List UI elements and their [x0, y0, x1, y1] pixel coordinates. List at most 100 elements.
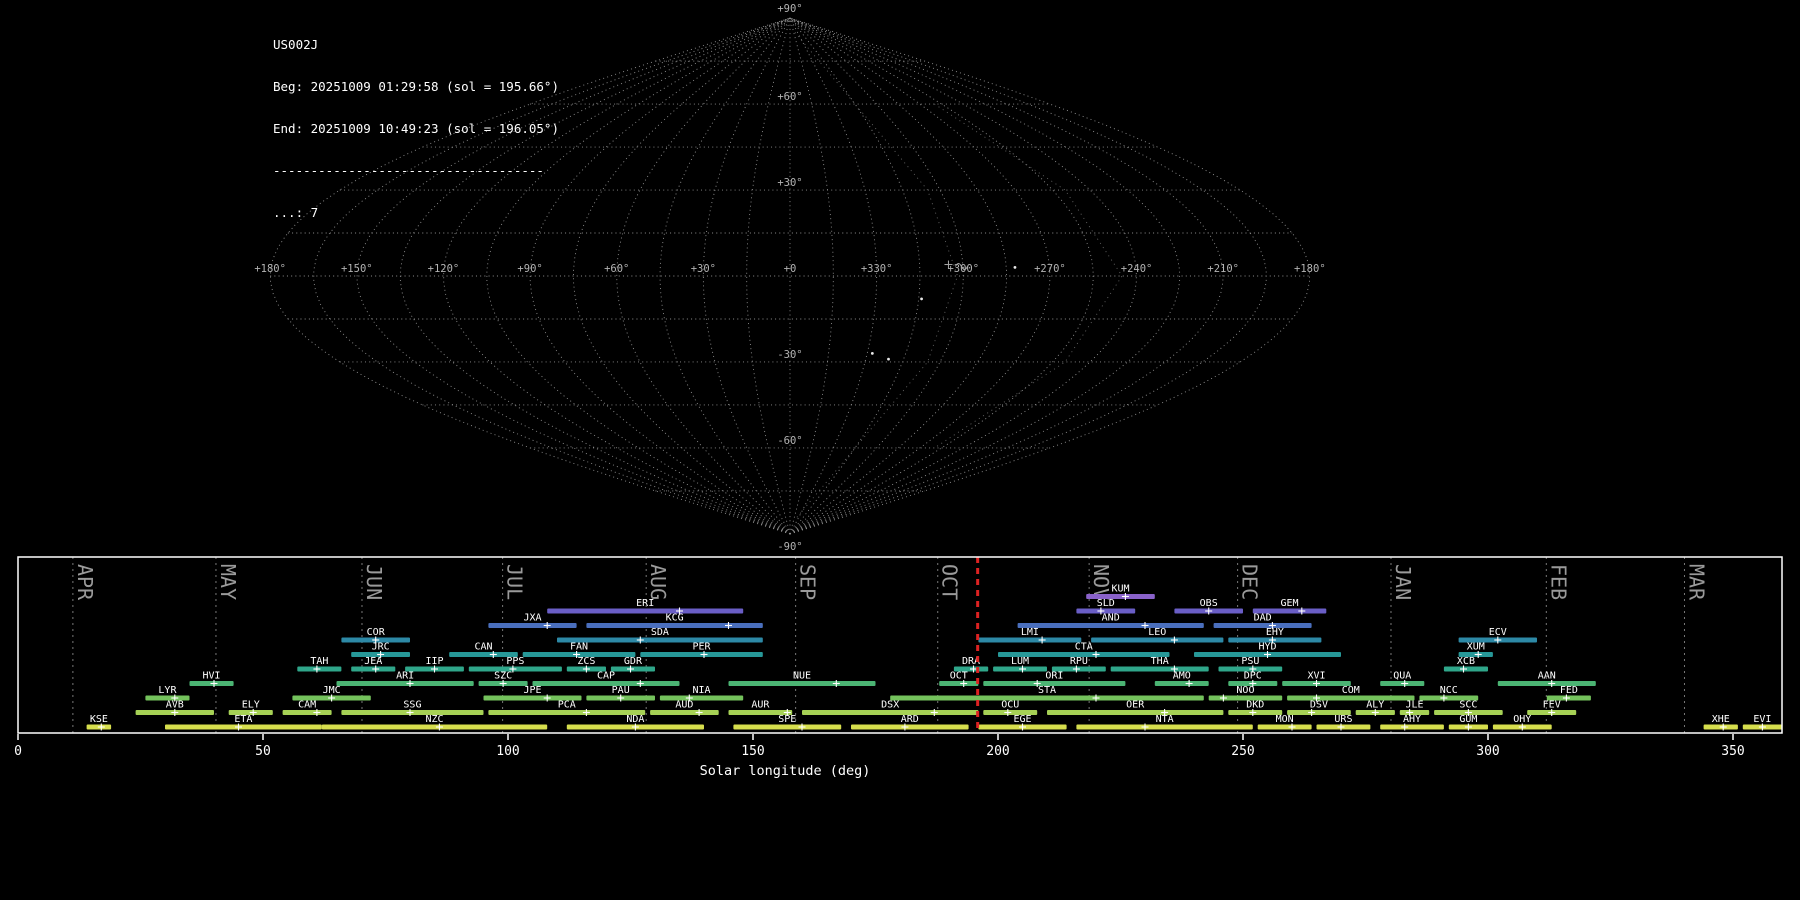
shower-code-label: XHE — [1712, 714, 1730, 725]
shower-code-label: CAN — [474, 642, 492, 653]
sky-longitude-label: +90° — [517, 263, 542, 275]
shower-code-label: ORI — [1045, 671, 1063, 682]
shower-code-label: PPS — [506, 656, 524, 667]
shower-bars: KSE ETA NZC NDA SPE ARD EGE NTA MON URS AHY GUM OHY X… — [86, 584, 1782, 731]
shower-code-label: JPE — [523, 685, 541, 696]
meteor-radiant-dot — [920, 297, 923, 301]
shower-code-label: GDR — [624, 656, 643, 667]
shower-code-label: DAD — [1254, 613, 1272, 624]
shower-bar — [978, 637, 1082, 643]
shower-bar — [1017, 623, 1204, 628]
sky-longitude-label: +180° — [254, 263, 286, 275]
shower-bar — [728, 681, 876, 686]
shower-code-label: KCG — [666, 613, 684, 624]
shower-bar — [1076, 608, 1136, 614]
month-label: APR — [73, 564, 97, 601]
shower-code-label: CTA — [1075, 642, 1093, 653]
app-screen: US002J Beg: 20251009 01:29:58 (sol = 195… — [0, 0, 1800, 900]
shower-code-label: IIP — [425, 656, 443, 667]
shower-code-label: ARI — [396, 671, 414, 682]
shower-code-label: PCA — [558, 700, 576, 711]
x-axis-tick-label: 100 — [496, 744, 519, 759]
shower-code-label: GEM — [1281, 598, 1299, 609]
shower-bar — [1287, 710, 1351, 715]
month-label: JAN — [1391, 564, 1415, 600]
meteor-radiant-dot — [887, 357, 890, 361]
shower-bar — [1076, 724, 1253, 730]
shower-code-label: XCB — [1457, 656, 1475, 667]
shower-bar — [998, 652, 1170, 657]
shower-code-label: QUA — [1393, 671, 1411, 682]
meteor-count: ...: 7 — [273, 205, 319, 220]
shower-bar — [851, 724, 969, 730]
shower-bar — [1287, 695, 1415, 701]
timeline-border — [17, 556, 1783, 734]
shower-code-label: NIA — [693, 685, 711, 696]
shower-code-label: AUR — [751, 700, 770, 711]
plot-canvas: +180° +150° +120° +90° +60° +30° +0 +330° +300° +… — [14, 3, 1783, 779]
shower-bar — [488, 623, 577, 628]
shower-code-label: OHY — [1513, 714, 1531, 725]
meteor-radiant-dot — [870, 351, 874, 355]
x-axis-tick-label: 250 — [1231, 744, 1254, 759]
shower-code-label: JEA — [364, 656, 382, 667]
shower-code-label: SSG — [403, 700, 421, 711]
shower-code-label: OCU — [1001, 700, 1019, 711]
shower-code-label: OBS — [1200, 598, 1218, 609]
shower-bar — [449, 652, 518, 657]
shower-bar — [483, 695, 582, 701]
shower-bar — [586, 623, 763, 628]
shower-code-label: JRC — [372, 642, 390, 653]
shower-code-label: AHY — [1403, 714, 1421, 725]
reference-curve — [794, 32, 958, 520]
shower-bar — [1110, 666, 1209, 672]
x-axis-tick-label: 0 — [14, 744, 22, 759]
shower-bar — [1047, 710, 1224, 715]
shower-code-label: JXA — [523, 613, 541, 624]
x-axis-tick-label: 300 — [1476, 744, 1499, 759]
shower-code-label: SCC — [1459, 700, 1477, 711]
shower-code-label: EHY — [1266, 627, 1284, 638]
shower-code-label: SDA — [651, 627, 669, 638]
shower-code-label: MON — [1276, 714, 1294, 725]
shower-bar — [1091, 637, 1224, 643]
month-label: AUG — [646, 564, 670, 600]
shower-code-label: TAH — [310, 656, 328, 667]
shower-code-label: AUD — [675, 700, 693, 711]
shower-bar — [939, 681, 979, 686]
shower-code-label: AAN — [1538, 671, 1556, 682]
shower-bar — [1419, 695, 1479, 701]
shower-bar — [1213, 623, 1312, 628]
begin-time: Beg: 20251009 01:29:58 (sol = 195.66°) — [273, 79, 559, 94]
shower-bar — [336, 681, 474, 686]
sky-pole-bottom-label: -90° — [777, 541, 802, 553]
shower-bar — [802, 710, 979, 715]
shower-code-label: COR — [367, 627, 386, 638]
shower-bar — [728, 710, 793, 715]
month-label: MAR — [1684, 564, 1708, 601]
shower-code-label: AMO — [1173, 671, 1191, 682]
shower-bar — [1257, 724, 1312, 730]
shower-code-label: PAU — [612, 685, 630, 696]
shower-code-label: STA — [1038, 685, 1056, 696]
shower-code-label: JLE — [1405, 700, 1423, 711]
month-label: JUN — [362, 564, 386, 600]
shower-bar — [1154, 681, 1209, 686]
shower-bar — [1380, 724, 1444, 730]
shower-code-label: SLD — [1097, 598, 1115, 609]
month-label: MAY — [216, 564, 240, 600]
sky-longitude-label: +210° — [1207, 263, 1239, 275]
shower-code-label: CAP — [597, 671, 615, 682]
shower-bar — [650, 710, 719, 715]
shower-code-label: EVI — [1753, 714, 1771, 725]
sky-longitude-label: +270° — [1034, 263, 1066, 275]
month-label: DEC — [1238, 564, 1262, 600]
x-axis-tick-label: 150 — [741, 744, 764, 759]
shower-code-label: PER — [693, 642, 712, 653]
shower-code-label: FEV — [1543, 700, 1561, 711]
shower-bar — [1497, 681, 1596, 686]
separator-line: ------------------------------------ — [273, 163, 544, 178]
shower-code-label: XUM — [1467, 642, 1485, 653]
sky-longitude-label: +30° — [691, 263, 716, 275]
x-axis: 0 50 100 150 200 250 300 350 Solar longitude (de… — [14, 734, 1745, 779]
